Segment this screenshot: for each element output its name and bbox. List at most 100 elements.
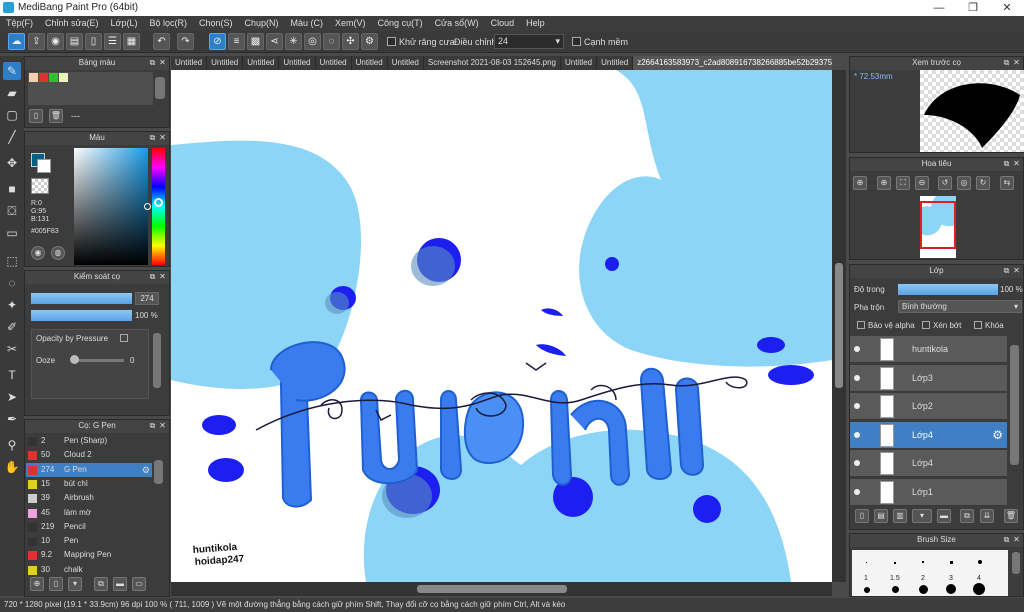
snap-grid-icon[interactable]: ▩	[247, 33, 264, 50]
new-8bit-layer-icon[interactable]: ▥	[893, 509, 907, 523]
brush-size-value[interactable]: 274	[135, 292, 159, 305]
menu-help[interactable]: Help	[520, 16, 551, 31]
close-icon[interactable]: ✕	[1012, 158, 1021, 170]
protect-alpha-checkbox[interactable]	[857, 321, 865, 329]
brush-list-item[interactable]: 15 bút chì	[26, 477, 152, 491]
menu-view[interactable]: Xem(V)	[329, 16, 372, 31]
grid-list-icon[interactable]: ▦	[123, 33, 140, 50]
trash-icon[interactable]: 🗑	[49, 109, 63, 123]
menu-filter[interactable]: Bộ lọc(R)	[143, 16, 193, 31]
palette-scrollbar[interactable]	[155, 77, 165, 99]
canvas-horizontal-scrollbar[interactable]	[171, 582, 832, 596]
popout-icon[interactable]: ⧉	[148, 132, 157, 144]
antialias-checkbox[interactable]	[387, 37, 396, 46]
layer-row[interactable]: Lớp4 ⚙	[850, 421, 1007, 449]
line-tool-icon[interactable]: ╱	[3, 128, 21, 146]
operation-tool-icon[interactable]: ➤	[3, 388, 21, 406]
document-tab[interactable]: Untitled	[316, 56, 352, 70]
document-tab[interactable]: Screenshot 2021-08-03 152645.png	[424, 56, 561, 70]
navigator-viewport[interactable]	[920, 201, 956, 249]
brush-control-scrollbar[interactable]	[153, 333, 161, 388]
snap-radial-icon[interactable]: ✳	[285, 33, 302, 50]
popout-icon[interactable]: ⧉	[1002, 534, 1011, 546]
divide-tool-icon[interactable]: ✒	[3, 410, 21, 428]
visibility-icon[interactable]	[854, 403, 860, 409]
snap-curve-icon[interactable]: ◌	[323, 33, 340, 50]
brush-menu-icon[interactable]: ▾	[68, 577, 82, 591]
brush-size-grid[interactable]: 1 1.5 2 3 4	[852, 550, 1008, 596]
close-icon[interactable]: ✕	[158, 57, 167, 69]
new-layer-icon[interactable]: ▯	[855, 509, 869, 523]
brush-size-slider[interactable]	[31, 293, 132, 304]
brush-size-scrollbar[interactable]	[1012, 552, 1020, 574]
popout-icon[interactable]: ⧉	[1002, 158, 1011, 170]
palette-swatch[interactable]	[39, 73, 48, 82]
menu-file[interactable]: Tệp(F)	[0, 16, 39, 31]
canvas-area[interactable]: huntikola hoidap247	[171, 70, 832, 582]
gear-icon[interactable]: ⚙	[992, 428, 1003, 442]
ooze-slider-thumb[interactable]	[70, 355, 79, 364]
menu-edit[interactable]: Chỉnh sửa(E)	[39, 16, 105, 31]
popout-icon[interactable]: ⧉	[1002, 57, 1011, 69]
document-tab[interactable]: z2664163583973_c2ad808916738266885be52b2…	[633, 56, 832, 70]
brush-list-item[interactable]: 45 làm mờ	[26, 506, 152, 520]
text-tool-icon[interactable]: T	[3, 366, 21, 384]
layer-opacity-slider[interactable]	[898, 284, 998, 295]
rotate-reset-icon[interactable]: ◎	[957, 176, 971, 190]
brush-list-item[interactable]: 10 Pen	[26, 534, 152, 548]
layer-row[interactable]: Lớp4	[850, 450, 1007, 477]
fit-screen-icon[interactable]: ⛶	[896, 176, 910, 190]
soft-edge-checkbox[interactable]	[572, 37, 581, 46]
hue-slider[interactable]	[152, 148, 165, 265]
blend-select[interactable]: Bình thường ▾	[898, 300, 1022, 313]
close-icon[interactable]: ✕	[158, 420, 167, 432]
menu-window[interactable]: Cửa sổ(W)	[429, 16, 485, 31]
layer-row[interactable]: Lớp3	[850, 364, 1007, 392]
merge-layer-icon[interactable]: ⇊	[980, 509, 994, 523]
hand-tool-icon[interactable]: ✋	[3, 458, 21, 476]
canvas-vertical-scrollbar[interactable]	[832, 70, 846, 582]
delete-layer-icon[interactable]: 🗑	[1004, 509, 1018, 523]
popout-icon[interactable]: ⧉	[148, 57, 157, 69]
palette-swatch[interactable]	[49, 73, 58, 82]
layer-add-menu-icon[interactable]: ▾	[912, 509, 932, 523]
hscroll-thumb[interactable]	[417, 585, 567, 593]
duplicate-layer-icon[interactable]: ⧉	[960, 509, 974, 523]
move-tool-icon[interactable]: ✥	[3, 154, 21, 172]
message-icon[interactable]: ▤	[66, 33, 83, 50]
menu-layer[interactable]: Lớp(L)	[105, 16, 144, 31]
document-tab[interactable]: Untitled	[279, 56, 316, 70]
brush-list-scrollbar[interactable]	[154, 460, 163, 484]
brush-list-item[interactable]: 30 chalk	[26, 563, 152, 577]
fill-rect-tool-icon[interactable]: ■	[3, 180, 21, 198]
brush-list-item[interactable]: 274 G Pen ⚙	[26, 462, 152, 477]
navigator-thumbnail[interactable]	[920, 196, 956, 258]
visibility-icon[interactable]	[854, 488, 860, 495]
zoom-in-icon[interactable]: ⊕	[853, 176, 867, 190]
brush-list-item[interactable]: 2 Pen (Sharp)	[26, 434, 152, 448]
rotate-right-icon[interactable]: ↻	[976, 176, 990, 190]
menu-color[interactable]: Màu (C)	[285, 16, 330, 31]
export-icon[interactable]: ⇪	[28, 33, 45, 50]
select-rect-tool-icon[interactable]: ⬚	[3, 252, 21, 270]
brush-list-item[interactable]: 9.2 Mapping Pen	[26, 548, 152, 562]
close-icon[interactable]: ✕	[158, 132, 167, 144]
brush-delete-icon[interactable]: ▭	[132, 577, 146, 591]
document-tab[interactable]: Untitled	[352, 56, 388, 70]
layer-scrollbar[interactable]	[1010, 345, 1019, 465]
gradient-tool-icon[interactable]: ▭	[3, 224, 21, 242]
popout-icon[interactable]: ⧉	[148, 271, 157, 283]
minimize-button[interactable]: —	[922, 0, 956, 16]
new-palette-icon[interactable]: ▯	[29, 109, 43, 123]
brush-tool-icon[interactable]: ✎	[3, 62, 21, 80]
canvas-drawing[interactable]: huntikola hoidap247	[171, 70, 832, 582]
close-icon[interactable]: ✕	[1012, 534, 1021, 546]
color-set-icon[interactable]: ◍	[51, 246, 65, 260]
popout-icon[interactable]: ⧉	[1002, 265, 1011, 277]
close-button[interactable]: ✕	[990, 0, 1024, 16]
visibility-icon[interactable]	[854, 431, 860, 438]
brush-list-item[interactable]: 50 Cloud 2	[26, 448, 152, 462]
document-tab[interactable]: Untitled	[243, 56, 280, 70]
select-eraser-tool-icon[interactable]: ✂	[3, 340, 21, 358]
undo-icon[interactable]: ↶	[153, 33, 170, 50]
